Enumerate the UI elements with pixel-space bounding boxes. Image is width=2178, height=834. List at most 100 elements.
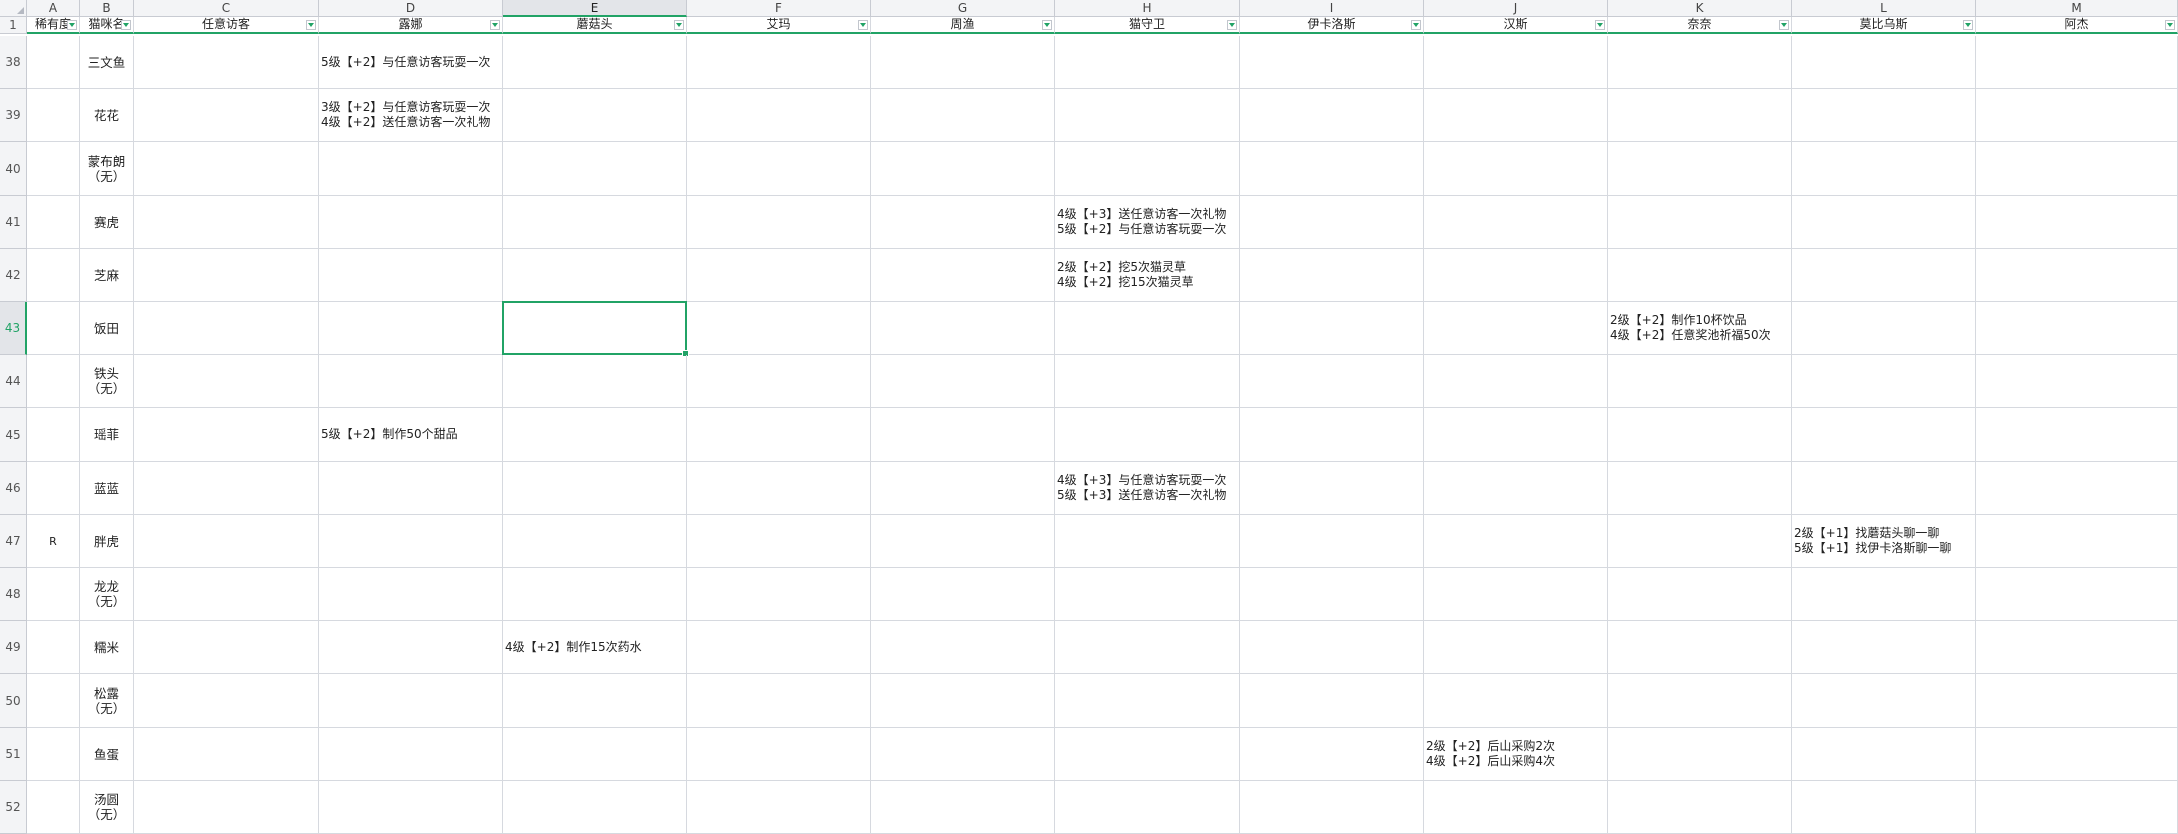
- cat-name-cell[interactable]: 铁头 （无）: [80, 355, 134, 408]
- data-cell-j48[interactable]: [1424, 568, 1608, 621]
- rarity-cell[interactable]: [27, 674, 80, 728]
- column-header-j[interactable]: J: [1424, 0, 1608, 17]
- data-cell-m43[interactable]: [1976, 302, 2178, 355]
- data-cell-j52[interactable]: [1424, 781, 1608, 834]
- data-cell-j42[interactable]: [1424, 249, 1608, 302]
- data-cell-j51[interactable]: 2级【+2】后山采购2次 4级【+2】后山采购4次: [1424, 728, 1608, 781]
- data-cell-i42[interactable]: [1240, 249, 1424, 302]
- column-header-h[interactable]: H: [1055, 0, 1240, 17]
- data-cell-k49[interactable]: [1608, 621, 1792, 674]
- rarity-cell[interactable]: [27, 302, 80, 355]
- data-cell-h42[interactable]: 2级【+2】挖5次猫灵草 4级【+2】挖15次猫灵草: [1055, 249, 1240, 302]
- rarity-cell[interactable]: R: [27, 515, 80, 568]
- filter-dropdown-icon[interactable]: [858, 20, 868, 30]
- data-cell-g47[interactable]: [871, 515, 1055, 568]
- cat-name-cell[interactable]: 松露 （无）: [80, 674, 134, 728]
- data-cell-i46[interactable]: [1240, 462, 1424, 515]
- data-cell-l39[interactable]: [1792, 89, 1976, 142]
- row-header-51[interactable]: 51: [0, 728, 27, 781]
- data-cell-j43[interactable]: [1424, 302, 1608, 355]
- data-cell-h40[interactable]: [1055, 142, 1240, 196]
- data-cell-k47[interactable]: [1608, 515, 1792, 568]
- data-cell-l48[interactable]: [1792, 568, 1976, 621]
- data-cell-m49[interactable]: [1976, 621, 2178, 674]
- column-header-f[interactable]: F: [687, 0, 871, 17]
- data-cell-i44[interactable]: [1240, 355, 1424, 408]
- data-cell-d45[interactable]: 5级【+2】制作50个甜品: [319, 408, 503, 462]
- data-cell-j50[interactable]: [1424, 674, 1608, 728]
- data-cell-e48[interactable]: [503, 568, 687, 621]
- column-header-c[interactable]: C: [134, 0, 319, 17]
- data-cell-d48[interactable]: [319, 568, 503, 621]
- rarity-cell[interactable]: [27, 196, 80, 249]
- column-header-e[interactable]: E: [503, 0, 687, 17]
- data-cell-l40[interactable]: [1792, 142, 1976, 196]
- cat-name-cell[interactable]: 蒙布朗 （无）: [80, 142, 134, 196]
- data-cell-m48[interactable]: [1976, 568, 2178, 621]
- row-header-48[interactable]: 48: [0, 568, 27, 621]
- cat-name-cell[interactable]: 花花: [80, 89, 134, 142]
- header-cell-l[interactable]: 莫比乌斯: [1792, 17, 1976, 34]
- data-cell-l50[interactable]: [1792, 674, 1976, 728]
- header-cell-b[interactable]: 猫咪名: [80, 17, 134, 34]
- data-cell-c39[interactable]: [134, 89, 319, 142]
- data-cell-k38[interactable]: [1608, 36, 1792, 89]
- rarity-cell[interactable]: [27, 89, 80, 142]
- cat-name-cell[interactable]: 龙龙 （无）: [80, 568, 134, 621]
- data-cell-h49[interactable]: [1055, 621, 1240, 674]
- data-cell-j49[interactable]: [1424, 621, 1608, 674]
- data-cell-l51[interactable]: [1792, 728, 1976, 781]
- data-cell-m45[interactable]: [1976, 408, 2178, 462]
- data-cell-i39[interactable]: [1240, 89, 1424, 142]
- data-cell-f48[interactable]: [687, 568, 871, 621]
- column-header-k[interactable]: K: [1608, 0, 1792, 17]
- data-cell-i50[interactable]: [1240, 674, 1424, 728]
- rarity-cell[interactable]: [27, 408, 80, 462]
- data-cell-e45[interactable]: [503, 408, 687, 462]
- data-cell-f44[interactable]: [687, 355, 871, 408]
- data-cell-f42[interactable]: [687, 249, 871, 302]
- data-cell-i43[interactable]: [1240, 302, 1424, 355]
- data-cell-e50[interactable]: [503, 674, 687, 728]
- data-cell-i38[interactable]: [1240, 36, 1424, 89]
- data-cell-h50[interactable]: [1055, 674, 1240, 728]
- data-cell-e47[interactable]: [503, 515, 687, 568]
- data-cell-h51[interactable]: [1055, 728, 1240, 781]
- column-header-b[interactable]: B: [80, 0, 134, 17]
- cat-name-cell[interactable]: 赛虎: [80, 196, 134, 249]
- data-cell-h52[interactable]: [1055, 781, 1240, 834]
- data-cell-l38[interactable]: [1792, 36, 1976, 89]
- column-header-g[interactable]: G: [871, 0, 1055, 17]
- data-cell-g49[interactable]: [871, 621, 1055, 674]
- row-header-1[interactable]: 1: [0, 17, 27, 34]
- data-cell-e49[interactable]: 4级【+2】制作15次药水: [503, 621, 687, 674]
- data-cell-k40[interactable]: [1608, 142, 1792, 196]
- data-cell-l44[interactable]: [1792, 355, 1976, 408]
- data-cell-g42[interactable]: [871, 249, 1055, 302]
- data-cell-l42[interactable]: [1792, 249, 1976, 302]
- filter-dropdown-icon[interactable]: [1042, 20, 1052, 30]
- data-cell-d40[interactable]: [319, 142, 503, 196]
- cat-name-cell[interactable]: 饭田: [80, 302, 134, 355]
- data-cell-d51[interactable]: [319, 728, 503, 781]
- data-cell-d42[interactable]: [319, 249, 503, 302]
- rarity-cell[interactable]: [27, 355, 80, 408]
- rarity-cell[interactable]: [27, 142, 80, 196]
- row-header-50[interactable]: 50: [0, 674, 27, 728]
- data-cell-c48[interactable]: [134, 568, 319, 621]
- data-cell-h48[interactable]: [1055, 568, 1240, 621]
- data-cell-c52[interactable]: [134, 781, 319, 834]
- data-cell-m50[interactable]: [1976, 674, 2178, 728]
- data-cell-c49[interactable]: [134, 621, 319, 674]
- data-cell-i51[interactable]: [1240, 728, 1424, 781]
- filter-dropdown-icon[interactable]: [1227, 20, 1237, 30]
- cat-name-cell[interactable]: 瑶菲: [80, 408, 134, 462]
- data-cell-h45[interactable]: [1055, 408, 1240, 462]
- data-cell-c51[interactable]: [134, 728, 319, 781]
- column-header-l[interactable]: L: [1792, 0, 1976, 17]
- rarity-cell[interactable]: [27, 249, 80, 302]
- data-cell-g50[interactable]: [871, 674, 1055, 728]
- header-cell-g[interactable]: 周渔: [871, 17, 1055, 34]
- data-cell-j40[interactable]: [1424, 142, 1608, 196]
- data-cell-e44[interactable]: [503, 355, 687, 408]
